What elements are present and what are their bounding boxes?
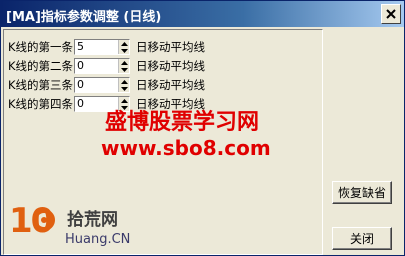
window-title: [MA]指标参数调整 (日线) — [6, 10, 162, 25]
spin-arrows[interactable] — [118, 59, 129, 73]
param-unit: 日移动平均线 — [136, 78, 205, 92]
close-button[interactable]: 关闭 — [332, 227, 392, 250]
spin-down-icon[interactable] — [119, 85, 129, 92]
param-label: K线的第四条 — [8, 97, 74, 111]
param-value[interactable]: 0 — [77, 97, 84, 111]
watermark-text: 盛博股票学习网 — [105, 110, 260, 135]
gear-icon — [33, 209, 55, 231]
spin-up-icon[interactable] — [119, 40, 129, 47]
param-row-2: K线的第二条 0 日移动平均线 — [8, 57, 205, 75]
close-icon — [386, 9, 396, 19]
dialog-window: [MA]指标参数调整 (日线) K线的第一条 5 日移动平均线 K线的第二条 0 — [0, 0, 405, 256]
title-bar[interactable]: [MA]指标参数调整 (日线) — [1, 1, 404, 27]
param-value[interactable]: 0 — [77, 59, 84, 73]
restore-default-button[interactable]: 恢复缺省 — [332, 181, 392, 204]
spin-up-icon[interactable] — [119, 78, 129, 85]
spin-up-icon[interactable] — [119, 59, 129, 66]
param-spinbox[interactable]: 0 — [74, 58, 130, 74]
param-spinbox[interactable]: 0 — [74, 77, 130, 93]
param-value[interactable]: 5 — [77, 40, 84, 54]
close-window-button[interactable] — [381, 4, 401, 24]
spin-arrows[interactable] — [118, 40, 129, 54]
spin-up-icon[interactable] — [119, 97, 129, 104]
param-unit: 日移动平均线 — [136, 40, 205, 54]
param-value[interactable]: 0 — [77, 78, 84, 92]
site-logo: 10 拾荒网 Huang.CN — [9, 201, 139, 253]
param-label: K线的第二条 — [8, 59, 74, 73]
param-spinbox[interactable]: 5 — [74, 39, 130, 55]
spin-down-icon[interactable] — [119, 66, 129, 73]
param-label: K线的第三条 — [8, 78, 74, 92]
watermark-url: www.sbo8.com — [101, 136, 271, 160]
param-row-3: K线的第三条 0 日移动平均线 — [8, 76, 205, 94]
spin-arrows[interactable] — [118, 78, 129, 92]
logo-en-text: Huang.CN — [65, 232, 131, 247]
param-label: K线的第一条 — [8, 40, 74, 54]
spin-down-icon[interactable] — [119, 47, 129, 54]
param-row-1: K线的第一条 5 日移动平均线 — [8, 38, 205, 56]
logo-cn-text: 拾荒网 — [67, 210, 118, 230]
param-unit: 日移动平均线 — [136, 59, 205, 73]
